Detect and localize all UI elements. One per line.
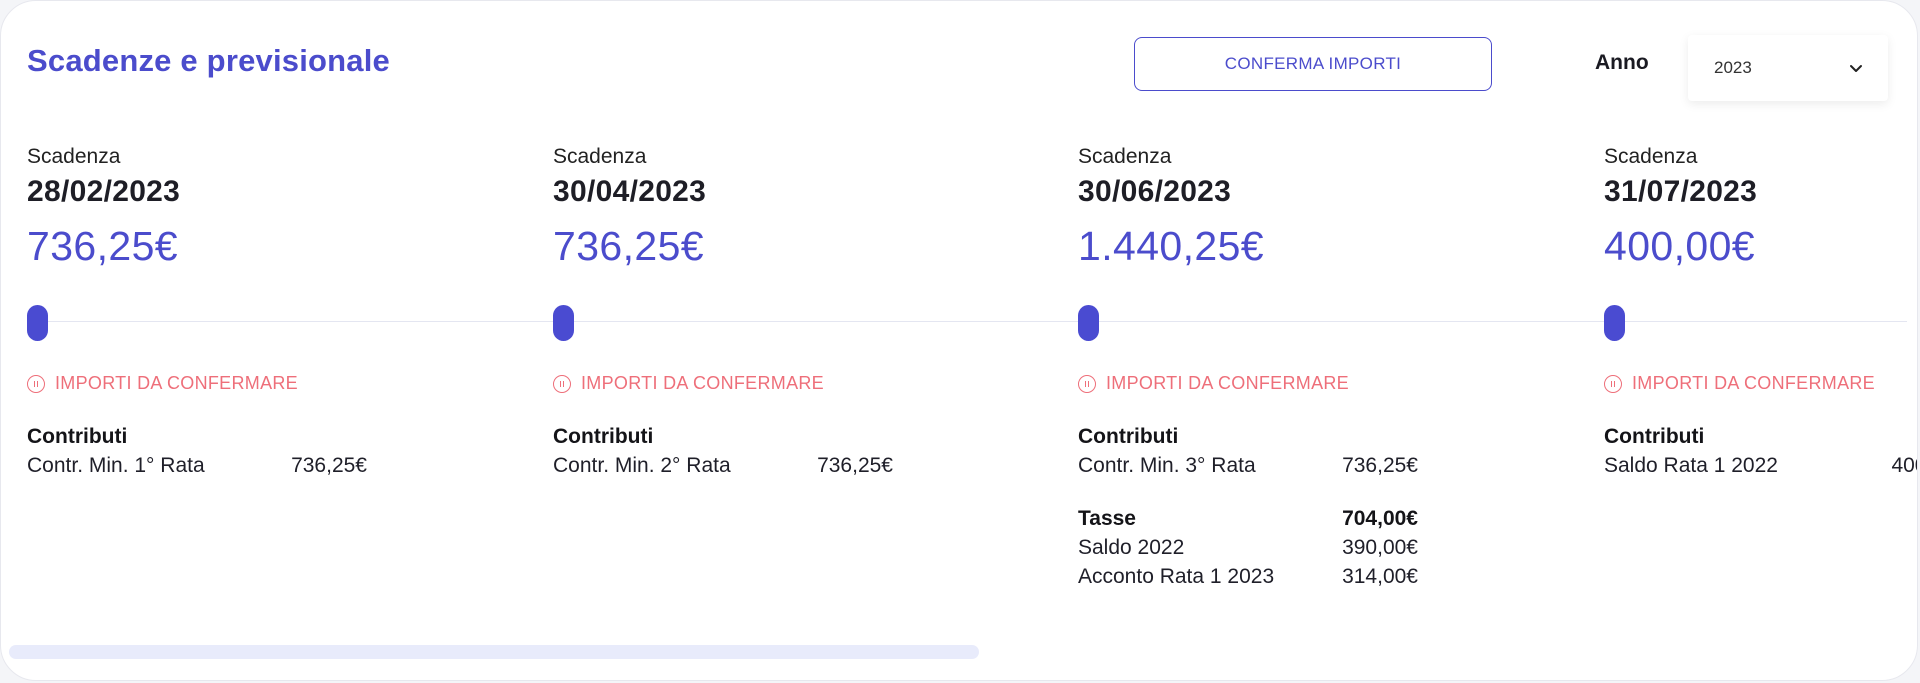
deadline-date: 30/06/2023	[1078, 175, 1232, 208]
status-text: IMPORTI DA CONFERMARE	[581, 373, 824, 393]
status-badge: IMPORTI DA CONFERMARE	[27, 373, 298, 394]
item-value: 736,25€	[291, 454, 367, 477]
deadline-label: Scadenza	[1078, 145, 1172, 168]
item-name: Contr. Min. 3° Rata	[1078, 454, 1256, 477]
pause-icon	[1078, 374, 1096, 393]
deadline-label: Scadenza	[27, 145, 121, 168]
list-item: Contr. Min. 1° Rata 736,25€	[27, 454, 367, 478]
item-value: 400,0	[1891, 454, 1917, 477]
chevron-down-icon	[1850, 65, 1862, 72]
contributi-section: Contributi Contr. Min. 2° Rata 736,25€	[553, 425, 893, 478]
list-item: Acconto Rata 1 2023 314,00€	[1078, 565, 1418, 589]
tasse-section: Tasse 704,00€ Saldo 2022 390,00€ Acconto…	[1078, 507, 1418, 589]
deadline-amount: 400,00€	[1604, 223, 1756, 269]
page-title: Scadenze e previsionale	[27, 43, 390, 78]
deadline-amount: 1.440,25€	[1078, 223, 1264, 269]
confirm-amounts-button[interactable]: CONFERMA IMPORTI	[1134, 37, 1492, 91]
status-text: IMPORTI DA CONFERMARE	[55, 373, 298, 393]
section-title: Contributi	[27, 425, 128, 448]
deadline-label: Scadenza	[553, 145, 647, 168]
year-select[interactable]: 2023	[1688, 35, 1888, 101]
year-select-value: 2023	[1714, 58, 1752, 77]
list-item: Contr. Min. 3° Rata 736,25€	[1078, 454, 1418, 478]
deadline-amount: 736,25€	[553, 223, 705, 269]
pause-icon	[1604, 374, 1622, 393]
year-label: Anno	[1595, 51, 1649, 74]
contributi-section: Contributi Saldo Rata 1 2022 400,0	[1604, 425, 1917, 478]
status-badge: IMPORTI DA CONFERMARE	[553, 373, 824, 394]
pause-icon	[27, 374, 45, 393]
deadline-date: 30/04/2023	[553, 175, 707, 208]
section-title: Contributi	[1078, 425, 1179, 448]
contributi-section: Contributi Contr. Min. 3° Rata 736,25€	[1078, 425, 1418, 478]
section-title: Tasse	[1078, 507, 1136, 530]
item-name: Saldo Rata 1 2022	[1604, 454, 1778, 477]
contributi-section: Contributi Contr. Min. 1° Rata 736,25€	[27, 425, 367, 478]
section-title: Contributi	[1604, 425, 1705, 448]
deadline-amount: 736,25€	[27, 223, 179, 269]
status-badge: IMPORTI DA CONFERMARE	[1078, 373, 1349, 394]
item-name: Saldo 2022	[1078, 536, 1185, 559]
deadline-date: 28/02/2023	[27, 175, 181, 208]
list-item: Saldo 2022 390,00€	[1078, 536, 1418, 560]
item-name: Contr. Min. 1° Rata	[27, 454, 205, 477]
status-badge: IMPORTI DA CONFERMARE	[1604, 373, 1875, 394]
section-title: Contributi	[553, 425, 654, 448]
timeline-marker[interactable]	[27, 305, 48, 341]
deadline-column: Scadenza 28/02/2023 736,25€ IMPORTI DA C…	[27, 145, 527, 477]
timeline-marker[interactable]	[1078, 305, 1099, 341]
status-text: IMPORTI DA CONFERMARE	[1106, 373, 1349, 393]
deadline-label: Scadenza	[1604, 145, 1698, 168]
pause-icon	[553, 374, 571, 393]
timeline-line	[27, 321, 1907, 322]
item-name: Acconto Rata 1 2023	[1078, 565, 1275, 588]
item-value: 314,00€	[1342, 565, 1418, 588]
deadline-column: Scadenza 31/07/2023 400,00€ IMPORTI DA C…	[1604, 145, 1917, 477]
section-total: 704,00€	[1342, 507, 1418, 530]
item-value: 390,00€	[1342, 536, 1418, 559]
timeline-marker[interactable]	[553, 305, 574, 341]
list-item: Saldo Rata 1 2022 400,0	[1604, 454, 1917, 478]
item-name: Contr. Min. 2° Rata	[553, 454, 731, 477]
deadline-date: 31/07/2023	[1604, 175, 1758, 208]
status-text: IMPORTI DA CONFERMARE	[1632, 373, 1875, 393]
deadlines-card: Scadenze e previsionale CONFERMA IMPORTI…	[0, 0, 1918, 681]
list-item: Contr. Min. 2° Rata 736,25€	[553, 454, 893, 478]
item-value: 736,25€	[1342, 454, 1418, 477]
deadline-column: Scadenza 30/04/2023 736,25€ IMPORTI DA C…	[553, 145, 1053, 477]
horizontal-scrollbar[interactable]	[9, 645, 979, 659]
timeline-marker[interactable]	[1604, 305, 1625, 341]
deadline-column: Scadenza 30/06/2023 1.440,25€ IMPORTI DA…	[1078, 145, 1578, 588]
item-value: 736,25€	[817, 454, 893, 477]
